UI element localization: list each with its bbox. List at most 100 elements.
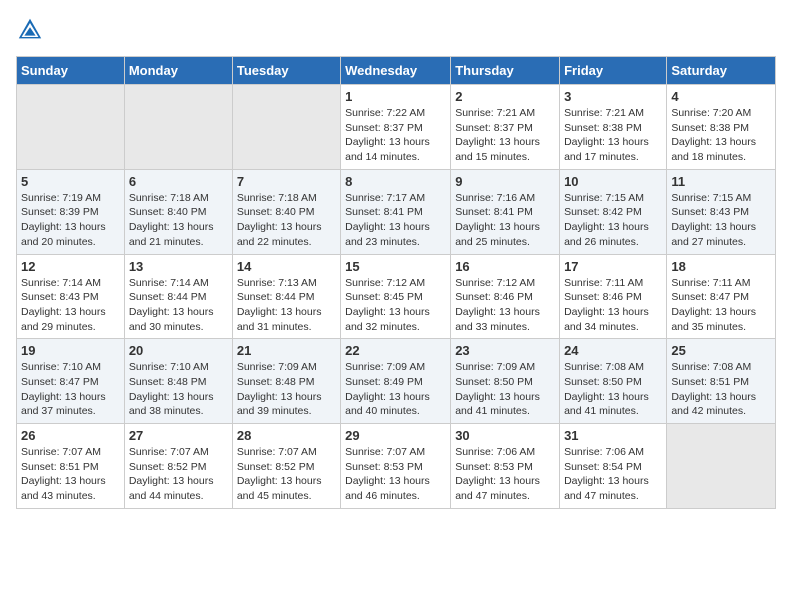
day-info: Sunrise: 7:19 AMSunset: 8:39 PMDaylight:… <box>21 191 120 250</box>
week-row-3: 19 Sunrise: 7:10 AMSunset: 8:47 PMDayligh… <box>17 339 776 424</box>
calendar-cell: 11 Sunrise: 7:15 AMSunset: 8:43 PMDayligh… <box>667 169 776 254</box>
calendar-cell: 29 Sunrise: 7:07 AMSunset: 8:53 PMDayligh… <box>341 424 451 509</box>
page-header <box>16 16 776 44</box>
day-info: Sunrise: 7:18 AMSunset: 8:40 PMDaylight:… <box>237 191 336 250</box>
calendar-cell: 16 Sunrise: 7:12 AMSunset: 8:46 PMDayligh… <box>451 254 560 339</box>
calendar-cell: 3 Sunrise: 7:21 AMSunset: 8:38 PMDaylight… <box>560 85 667 170</box>
week-row-1: 5 Sunrise: 7:19 AMSunset: 8:39 PMDaylight… <box>17 169 776 254</box>
day-header-saturday: Saturday <box>667 57 776 85</box>
calendar-cell: 23 Sunrise: 7:09 AMSunset: 8:50 PMDayligh… <box>451 339 560 424</box>
day-number: 23 <box>455 343 555 358</box>
calendar-cell: 20 Sunrise: 7:10 AMSunset: 8:48 PMDayligh… <box>124 339 232 424</box>
calendar-cell: 28 Sunrise: 7:07 AMSunset: 8:52 PMDayligh… <box>232 424 340 509</box>
day-number: 20 <box>129 343 228 358</box>
calendar-cell: 8 Sunrise: 7:17 AMSunset: 8:41 PMDaylight… <box>341 169 451 254</box>
day-header-friday: Friday <box>560 57 667 85</box>
day-number: 10 <box>564 174 662 189</box>
day-number: 29 <box>345 428 446 443</box>
day-info: Sunrise: 7:09 AMSunset: 8:50 PMDaylight:… <box>455 360 555 419</box>
day-info: Sunrise: 7:13 AMSunset: 8:44 PMDaylight:… <box>237 276 336 335</box>
day-number: 13 <box>129 259 228 274</box>
calendar-cell <box>667 424 776 509</box>
day-number: 11 <box>671 174 771 189</box>
day-info: Sunrise: 7:07 AMSunset: 8:53 PMDaylight:… <box>345 445 446 504</box>
day-info: Sunrise: 7:14 AMSunset: 8:44 PMDaylight:… <box>129 276 228 335</box>
week-row-4: 26 Sunrise: 7:07 AMSunset: 8:51 PMDayligh… <box>17 424 776 509</box>
calendar-cell: 9 Sunrise: 7:16 AMSunset: 8:41 PMDaylight… <box>451 169 560 254</box>
day-info: Sunrise: 7:17 AMSunset: 8:41 PMDaylight:… <box>345 191 446 250</box>
day-number: 18 <box>671 259 771 274</box>
day-number: 26 <box>21 428 120 443</box>
day-number: 6 <box>129 174 228 189</box>
day-number: 9 <box>455 174 555 189</box>
day-number: 19 <box>21 343 120 358</box>
day-info: Sunrise: 7:09 AMSunset: 8:49 PMDaylight:… <box>345 360 446 419</box>
day-info: Sunrise: 7:08 AMSunset: 8:51 PMDaylight:… <box>671 360 771 419</box>
day-info: Sunrise: 7:10 AMSunset: 8:48 PMDaylight:… <box>129 360 228 419</box>
calendar-cell: 25 Sunrise: 7:08 AMSunset: 8:51 PMDayligh… <box>667 339 776 424</box>
day-number: 24 <box>564 343 662 358</box>
day-number: 3 <box>564 89 662 104</box>
calendar-cell: 15 Sunrise: 7:12 AMSunset: 8:45 PMDayligh… <box>341 254 451 339</box>
calendar-cell: 14 Sunrise: 7:13 AMSunset: 8:44 PMDayligh… <box>232 254 340 339</box>
day-header-tuesday: Tuesday <box>232 57 340 85</box>
day-number: 8 <box>345 174 446 189</box>
day-info: Sunrise: 7:18 AMSunset: 8:40 PMDaylight:… <box>129 191 228 250</box>
day-number: 27 <box>129 428 228 443</box>
day-info: Sunrise: 7:06 AMSunset: 8:53 PMDaylight:… <box>455 445 555 504</box>
calendar-table: SundayMondayTuesdayWednesdayThursdayFrid… <box>16 56 776 509</box>
day-info: Sunrise: 7:15 AMSunset: 8:42 PMDaylight:… <box>564 191 662 250</box>
calendar-cell <box>124 85 232 170</box>
day-number: 4 <box>671 89 771 104</box>
day-number: 15 <box>345 259 446 274</box>
day-number: 21 <box>237 343 336 358</box>
day-info: Sunrise: 7:11 AMSunset: 8:47 PMDaylight:… <box>671 276 771 335</box>
day-info: Sunrise: 7:16 AMSunset: 8:41 PMDaylight:… <box>455 191 555 250</box>
week-row-2: 12Sunrise: 7:14 AMSunset: 8:43 PMDayligh… <box>17 254 776 339</box>
calendar-cell: 21Sunrise: 7:09 AMSunset: 8:48 PMDayligh… <box>232 339 340 424</box>
day-info: Sunrise: 7:07 AMSunset: 8:51 PMDaylight:… <box>21 445 120 504</box>
calendar-cell: 22 Sunrise: 7:09 AMSunset: 8:49 PMDayligh… <box>341 339 451 424</box>
calendar-cell: 6 Sunrise: 7:18 AMSunset: 8:40 PMDaylight… <box>124 169 232 254</box>
calendar-cell: 24Sunrise: 7:08 AMSunset: 8:50 PMDayligh… <box>560 339 667 424</box>
week-row-0: 1Sunrise: 7:22 AMSunset: 8:37 PMDaylight… <box>17 85 776 170</box>
day-info: Sunrise: 7:15 AMSunset: 8:43 PMDaylight:… <box>671 191 771 250</box>
day-number: 28 <box>237 428 336 443</box>
day-info: Sunrise: 7:10 AMSunset: 8:47 PMDaylight:… <box>21 360 120 419</box>
day-number: 17 <box>564 259 662 274</box>
day-info: Sunrise: 7:12 AMSunset: 8:46 PMDaylight:… <box>455 276 555 335</box>
day-info: Sunrise: 7:20 AMSunset: 8:38 PMDaylight:… <box>671 106 771 165</box>
logo-icon <box>16 16 44 44</box>
calendar-cell: 1Sunrise: 7:22 AMSunset: 8:37 PMDaylight… <box>341 85 451 170</box>
day-header-thursday: Thursday <box>451 57 560 85</box>
day-number: 16 <box>455 259 555 274</box>
day-number: 1 <box>345 89 446 104</box>
calendar-cell: 2Sunrise: 7:21 AMSunset: 8:37 PMDaylight… <box>451 85 560 170</box>
day-number: 30 <box>455 428 555 443</box>
day-number: 14 <box>237 259 336 274</box>
day-number: 22 <box>345 343 446 358</box>
day-info: Sunrise: 7:14 AMSunset: 8:43 PMDaylight:… <box>21 276 120 335</box>
calendar-cell: 18 Sunrise: 7:11 AMSunset: 8:47 PMDayligh… <box>667 254 776 339</box>
day-number: 5 <box>21 174 120 189</box>
calendar-cell: 17Sunrise: 7:11 AMSunset: 8:46 PMDayligh… <box>560 254 667 339</box>
day-number: 7 <box>237 174 336 189</box>
calendar-cell: 4 Sunrise: 7:20 AMSunset: 8:38 PMDaylight… <box>667 85 776 170</box>
day-header-wednesday: Wednesday <box>341 57 451 85</box>
logo <box>16 16 48 44</box>
day-info: Sunrise: 7:21 AMSunset: 8:37 PMDaylight:… <box>455 106 555 165</box>
day-header-sunday: Sunday <box>17 57 125 85</box>
calendar-cell: 13 Sunrise: 7:14 AMSunset: 8:44 PMDayligh… <box>124 254 232 339</box>
day-header-monday: Monday <box>124 57 232 85</box>
day-info: Sunrise: 7:06 AMSunset: 8:54 PMDaylight:… <box>564 445 662 504</box>
calendar-cell <box>17 85 125 170</box>
day-info: Sunrise: 7:07 AMSunset: 8:52 PMDaylight:… <box>237 445 336 504</box>
calendar-cell: 19 Sunrise: 7:10 AMSunset: 8:47 PMDayligh… <box>17 339 125 424</box>
day-info: Sunrise: 7:21 AMSunset: 8:38 PMDaylight:… <box>564 106 662 165</box>
calendar-cell: 5 Sunrise: 7:19 AMSunset: 8:39 PMDaylight… <box>17 169 125 254</box>
calendar-cell: 12Sunrise: 7:14 AMSunset: 8:43 PMDayligh… <box>17 254 125 339</box>
calendar-cell: 7 Sunrise: 7:18 AMSunset: 8:40 PMDaylight… <box>232 169 340 254</box>
day-info: Sunrise: 7:12 AMSunset: 8:45 PMDaylight:… <box>345 276 446 335</box>
day-number: 25 <box>671 343 771 358</box>
calendar-cell: 10 Sunrise: 7:15 AMSunset: 8:42 PMDayligh… <box>560 169 667 254</box>
